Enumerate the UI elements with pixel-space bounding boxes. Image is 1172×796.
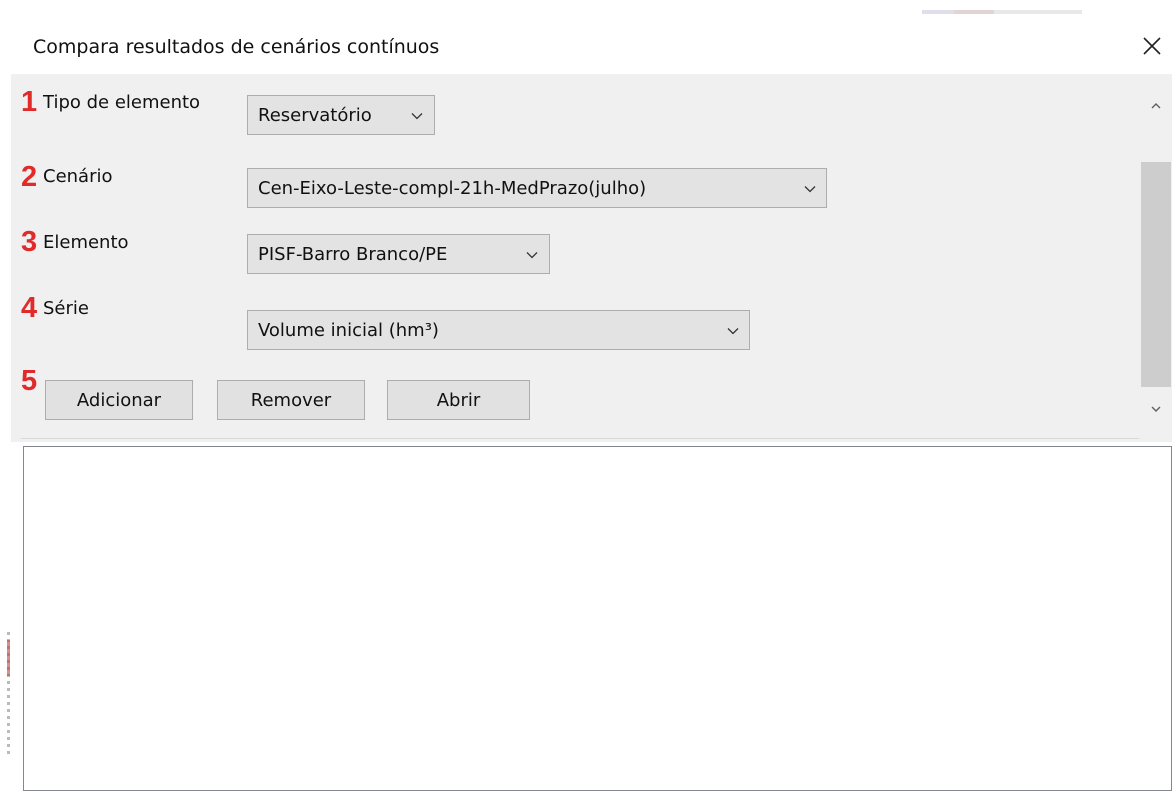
background-artifact bbox=[922, 10, 1082, 14]
selection-panel: 1 Tipo de elemento Reservatório 2 Cenári… bbox=[11, 74, 1172, 442]
series-value: Volume inicial (hm³) bbox=[258, 319, 439, 341]
element-label: Elemento bbox=[43, 232, 129, 253]
panel-scrollbar[interactable] bbox=[1140, 74, 1172, 442]
series-label: Série bbox=[43, 298, 89, 319]
open-button[interactable]: Abrir bbox=[387, 380, 530, 420]
annotation-number: 1 bbox=[21, 86, 38, 118]
scroll-down-button[interactable] bbox=[1140, 392, 1172, 426]
panel-divider bbox=[21, 438, 1139, 439]
results-list[interactable] bbox=[23, 446, 1172, 791]
chevron-down-icon bbox=[727, 328, 739, 335]
window-title: Compara resultados de cenários contínuos bbox=[33, 36, 440, 58]
annotation-number: 4 bbox=[21, 292, 38, 324]
remove-button[interactable]: Remover bbox=[217, 380, 365, 420]
scrollbar-thumb[interactable] bbox=[1141, 162, 1171, 387]
chevron-down-icon bbox=[1151, 406, 1161, 412]
series-select[interactable]: Volume inicial (hm³) bbox=[247, 310, 750, 350]
scroll-up-button[interactable] bbox=[1140, 89, 1172, 123]
title-bar: Compara resultados de cenários contínuos bbox=[11, 20, 1172, 74]
close-button[interactable] bbox=[1132, 26, 1172, 66]
element-select[interactable]: PISF-Barro Branco/PE bbox=[247, 234, 550, 274]
element-type-label: Tipo de elemento bbox=[43, 92, 201, 113]
background-artifact bbox=[7, 640, 10, 676]
element-value: PISF-Barro Branco/PE bbox=[258, 243, 448, 265]
compare-scenarios-dialog: Compara resultados de cenários contínuos… bbox=[11, 20, 1172, 796]
chevron-down-icon bbox=[804, 186, 816, 193]
add-button[interactable]: Adicionar bbox=[45, 380, 193, 420]
chevron-down-icon bbox=[526, 252, 538, 259]
chevron-up-icon bbox=[1151, 103, 1161, 109]
scenario-select[interactable]: Cen-Eixo-Leste-compl-21h-MedPrazo(julho) bbox=[247, 168, 827, 208]
annotation-number: 2 bbox=[21, 161, 38, 193]
close-icon bbox=[1143, 37, 1161, 55]
annotation-number: 5 bbox=[21, 365, 38, 397]
element-type-select[interactable]: Reservatório bbox=[247, 95, 435, 135]
scenario-value: Cen-Eixo-Leste-compl-21h-MedPrazo(julho) bbox=[258, 177, 647, 199]
scenario-label: Cenário bbox=[43, 166, 113, 187]
annotation-number: 3 bbox=[21, 226, 38, 258]
element-type-value: Reservatório bbox=[258, 104, 372, 126]
chevron-down-icon bbox=[411, 113, 423, 120]
